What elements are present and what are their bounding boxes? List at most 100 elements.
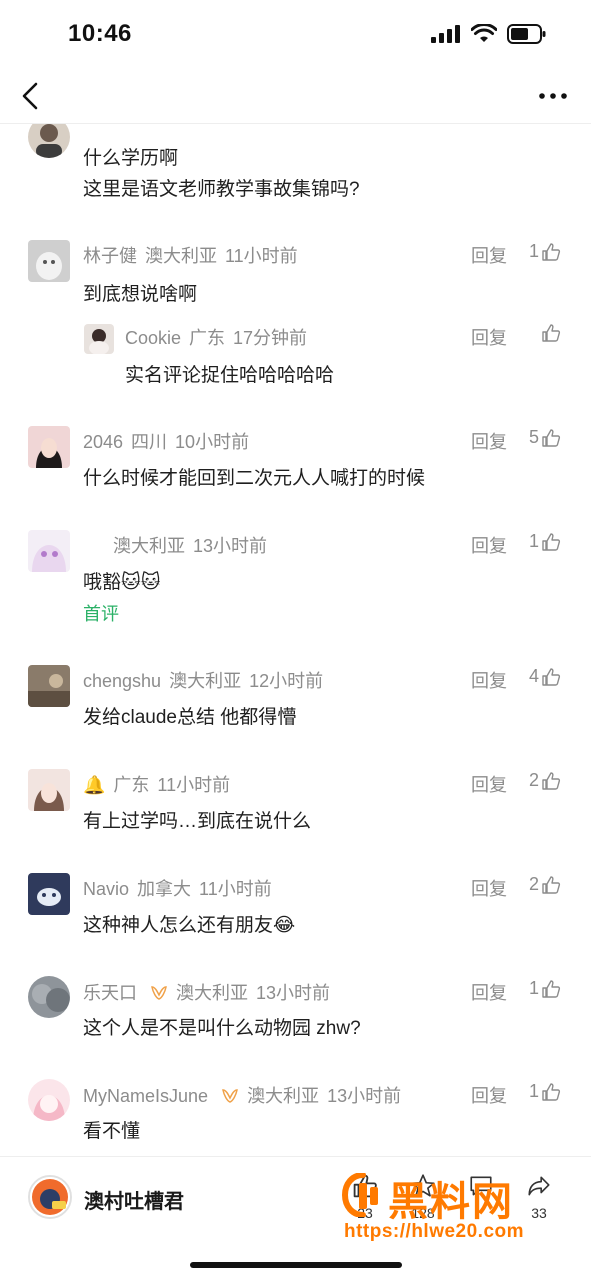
username[interactable]: Navio: [83, 879, 129, 899]
reply-button[interactable]: 回复: [471, 242, 507, 268]
like-button[interactable]: 4: [529, 666, 561, 687]
like-button[interactable]: 1: [529, 1081, 561, 1102]
like-count: 1: [528, 1081, 539, 1101]
thumbs-up-icon: [542, 979, 561, 998]
avatar[interactable]: [28, 769, 70, 811]
avatar[interactable]: [28, 976, 70, 1018]
reply-button[interactable]: 回复: [471, 875, 507, 901]
avatar[interactable]: [28, 124, 70, 158]
comment-text: 有上过学吗…到底在说什么: [83, 811, 312, 832]
back-button[interactable]: [16, 80, 46, 112]
username[interactable]: 2046: [83, 432, 123, 452]
avatar[interactable]: [28, 240, 70, 282]
username[interactable]: 林子健: [83, 246, 137, 266]
like-count: 1: [528, 978, 539, 998]
comment-text: 哦豁🐱🐱: [83, 572, 161, 593]
timestamp: 10小时前: [175, 432, 250, 452]
more-options-button[interactable]: [537, 82, 569, 110]
share-count: 33: [531, 1205, 547, 1221]
reply-button[interactable]: 回复: [471, 979, 507, 1005]
favorite-action[interactable]: 128: [398, 1169, 448, 1229]
share-icon: [528, 1176, 550, 1196]
thumbs-up-icon: [353, 1174, 377, 1198]
like-button[interactable]: 1: [529, 531, 561, 552]
like-button[interactable]: 1: [529, 241, 561, 262]
reply-button[interactable]: 回复: [471, 667, 507, 693]
like-action[interactable]: 23: [340, 1169, 390, 1229]
username[interactable]: chengshu: [83, 671, 161, 691]
like-count: 2: [528, 874, 539, 894]
comment-meta: 乐天口 澳大利亚 13小时前: [83, 979, 338, 1005]
timestamp: 13小时前: [193, 536, 268, 556]
comment-action[interactable]: [456, 1169, 506, 1229]
comment-text: 这个人是不是叫什么动物园 zhw?: [83, 1018, 361, 1039]
thumbs-up-icon: [542, 324, 561, 342]
like-count: 5: [528, 427, 539, 447]
comment-meta: 澳大利亚 13小时前: [113, 532, 275, 558]
like-count: 1: [528, 241, 539, 261]
location: 广东: [113, 775, 150, 795]
avatar[interactable]: [28, 1079, 70, 1121]
account-name[interactable]: 澳村吐槽君: [84, 1185, 184, 1214]
comment-text: 发给claude总结 他都得懵: [83, 707, 297, 728]
comment-text: 什么时候才能回到二次元人人喊打的时候: [83, 468, 426, 489]
like-button[interactable]: 1: [529, 978, 561, 999]
reply-button[interactable]: 回复: [471, 428, 507, 454]
like-count: 2: [528, 770, 539, 790]
username[interactable]: 乐天口: [83, 983, 137, 1003]
nav-bar: [0, 70, 591, 124]
timestamp: 13小时前: [256, 983, 331, 1003]
thumbs-up-icon: [542, 428, 561, 447]
location: 广东: [189, 328, 226, 348]
reply-button[interactable]: 回复: [471, 771, 507, 797]
comment-text: 到底想说啥啊: [83, 284, 198, 305]
location: 澳大利亚: [176, 983, 249, 1003]
chevron-left-icon: [22, 82, 38, 110]
timestamp: 11小时前: [225, 246, 298, 266]
first-comment-tag: 首评: [83, 604, 119, 624]
action-group: 23 128 33: [340, 1169, 570, 1229]
thumbs-up-icon: [542, 1082, 561, 1101]
battery-icon: [507, 24, 546, 44]
thumbs-up-icon: [542, 667, 561, 686]
share-action[interactable]: 33: [514, 1169, 564, 1229]
location: 澳大利亚: [247, 1086, 320, 1106]
location: 四川: [131, 432, 168, 452]
reply-button[interactable]: 回复: [471, 324, 507, 350]
star-icon: [411, 1174, 435, 1197]
status-icons: [431, 24, 547, 44]
like-button[interactable]: 5: [529, 427, 561, 448]
timestamp: 17分钟前: [233, 328, 308, 348]
username[interactable]: Cookie: [125, 328, 181, 348]
favorite-count: 128: [411, 1205, 435, 1221]
comment-list: 什么学历啊 这里是语文老师教学事故集锦吗? 林子健 澳大利亚 11小时前 回复 1 …: [0, 124, 591, 1156]
status-bar: 10:46: [0, 0, 591, 70]
comment-text: 什么学历啊: [83, 148, 179, 169]
comment-meta: 林子健 澳大利亚 11小时前: [83, 242, 306, 268]
like-button[interactable]: [541, 323, 561, 343]
reply-button[interactable]: 回复: [471, 532, 507, 558]
username[interactable]: MyNameIsJune: [83, 1086, 208, 1106]
avatar[interactable]: [28, 530, 70, 572]
avatar[interactable]: [28, 426, 70, 468]
cellular-signal-icon: [431, 25, 460, 43]
username-bell-icon[interactable]: 🔔: [83, 775, 105, 795]
like-count: 4: [528, 666, 539, 686]
thumbs-up-icon: [542, 532, 561, 551]
comment-icon: [470, 1176, 492, 1196]
reply-text: 实名评论捉住哈哈哈哈哈: [125, 365, 335, 386]
comment-meta: Navio 加拿大 11小时前: [83, 875, 280, 901]
avatar[interactable]: [28, 665, 70, 707]
avatar[interactable]: [28, 873, 70, 915]
like-button[interactable]: 2: [529, 874, 561, 895]
like-button[interactable]: 2: [529, 770, 561, 791]
account-avatar[interactable]: [28, 1175, 72, 1219]
timestamp: 13小时前: [327, 1086, 402, 1106]
home-indicator[interactable]: [190, 1262, 402, 1268]
more-dots-icon: [539, 93, 567, 99]
badge-icon: [222, 1089, 238, 1103]
avatar[interactable]: [84, 324, 114, 354]
timestamp: 12小时前: [249, 671, 324, 691]
comment-meta: 🔔 广东 11小时前: [83, 771, 238, 797]
reply-button[interactable]: 回复: [471, 1082, 507, 1108]
